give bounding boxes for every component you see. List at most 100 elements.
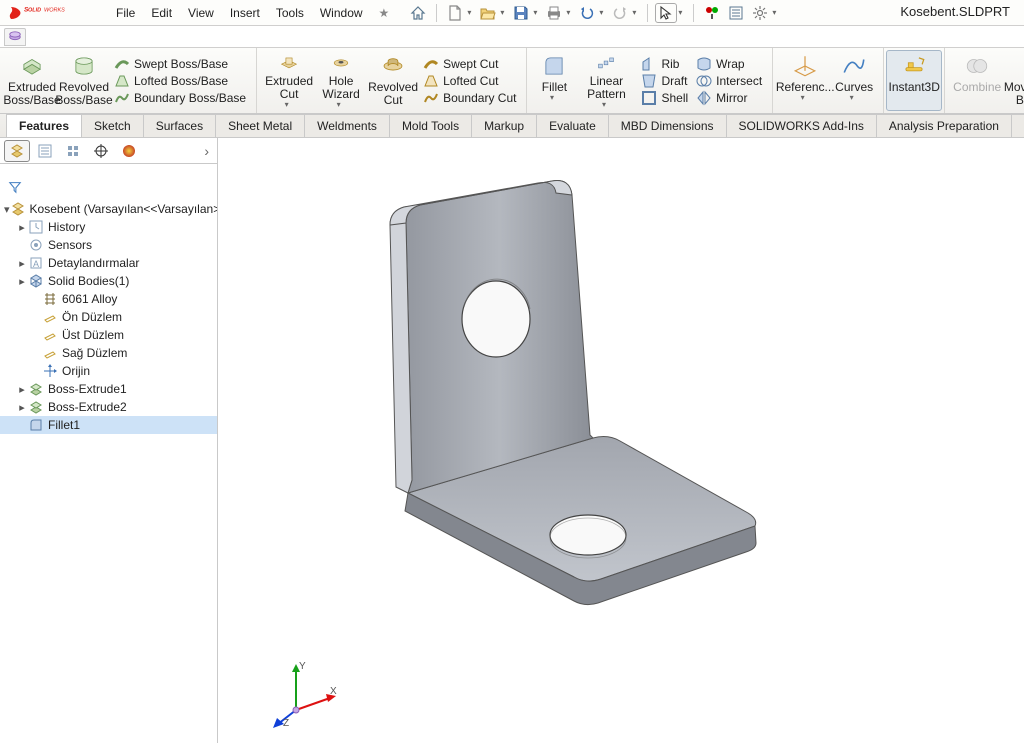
filter-icon[interactable] <box>8 180 22 194</box>
tree-item-label: Solid Bodies(1) <box>48 274 129 288</box>
wrap-button[interactable]: Wrap <box>696 56 762 72</box>
tab-features[interactable]: Features <box>6 114 82 137</box>
tab-mbd[interactable]: MBD Dimensions <box>608 114 727 137</box>
tab-sheetmetal[interactable]: Sheet Metal <box>215 114 305 137</box>
tree-item-label: Detaylandırmalar <box>48 256 139 270</box>
appearance-tab-icon[interactable] <box>116 140 142 162</box>
intersect-button[interactable]: Intersect <box>696 73 762 89</box>
redo-icon[interactable] <box>609 3 631 23</box>
tree-item[interactable]: Üst Düzlem <box>0 326 217 344</box>
lofted-boss-button[interactable]: Lofted Boss/Base <box>114 73 246 89</box>
svg-text:A: A <box>33 259 39 269</box>
tree-root-label: Kosebent (Varsayılan<<Varsayılan>_ <box>30 202 217 216</box>
rib-button[interactable]: Rib <box>641 56 688 72</box>
menu-insert[interactable]: Insert <box>222 6 268 20</box>
tree-item[interactable]: Fillet1 <box>0 416 217 434</box>
menu-file[interactable]: File <box>108 6 143 20</box>
linear-pattern-label: Linear Pattern <box>575 75 637 101</box>
tab-flowsim[interactable]: Flow Simulation <box>1011 114 1024 137</box>
curves-button[interactable]: Curves▾ <box>831 51 877 110</box>
undo-icon[interactable] <box>576 3 598 23</box>
open-icon[interactable] <box>477 3 499 23</box>
svg-text:Y: Y <box>299 661 306 672</box>
tab-evaluate[interactable]: Evaluate <box>536 114 609 137</box>
revolved-cut-button[interactable]: Revolved Cut <box>367 51 419 110</box>
tab-moldtools[interactable]: Mold Tools <box>389 114 472 137</box>
tab-markup[interactable]: Markup <box>471 114 537 137</box>
revolved-cut-label: Revolved Cut <box>367 81 419 107</box>
revolved-boss-button[interactable]: Revolved Boss/Base <box>58 51 110 110</box>
tab-surfaces[interactable]: Surfaces <box>143 114 216 137</box>
extruded-cut-label: Extruded Cut <box>263 75 315 101</box>
graphics-area[interactable]: Y X Z <box>218 138 1024 743</box>
tree-item-label: 6061 Alloy <box>62 292 117 306</box>
rebuild-icon[interactable] <box>701 3 723 23</box>
extruded-cut-button[interactable]: Extruded Cut▾ <box>263 51 315 110</box>
tab-sketch[interactable]: Sketch <box>81 114 144 137</box>
tree-item[interactable]: Sensors <box>0 236 217 254</box>
mirror-button[interactable]: Mirror <box>696 90 762 106</box>
print-icon[interactable] <box>543 3 565 23</box>
tree-item-label: Üst Düzlem <box>62 328 124 342</box>
plane-icon <box>42 309 58 325</box>
draft-button[interactable]: Draft <box>641 73 688 89</box>
pm-tab-icon[interactable] <box>32 140 58 162</box>
quick-access-toolbar: ▾ ▾ ▾ ▾ ▾ ▾ ▾ ▾ <box>407 3 780 23</box>
origin-icon <box>42 363 58 379</box>
feature-tree[interactable]: ▾ Kosebent (Varsayılan<<Varsayılan>_ ▸Hi… <box>0 198 217 743</box>
tree-item-label: Boss-Extrude1 <box>48 382 127 396</box>
fillet-button[interactable]: Fillet▾ <box>533 51 575 110</box>
tree-item[interactable]: ▸Boss-Extrude1 <box>0 380 217 398</box>
new-icon[interactable] <box>444 3 466 23</box>
menu-view[interactable]: View <box>180 6 222 20</box>
config-tab[interactable] <box>4 28 26 46</box>
options-list-icon[interactable] <box>725 3 747 23</box>
part-icon <box>10 201 26 217</box>
hole-wizard-button[interactable]: Hole Wizard▾ <box>315 51 367 110</box>
solidworks-logo: S OLID WORKS <box>8 2 108 24</box>
tree-item[interactable]: ▸ADetaylandırmalar <box>0 254 217 272</box>
movecopy-button[interactable]: Move/Copy Bodies <box>1003 51 1024 110</box>
tab-weldments[interactable]: Weldments <box>304 114 390 137</box>
dm-tab-icon[interactable] <box>88 140 114 162</box>
settings-icon[interactable] <box>749 3 771 23</box>
tree-item[interactable]: Sağ Düzlem <box>0 344 217 362</box>
tree-root[interactable]: ▾ Kosebent (Varsayılan<<Varsayılan>_ <box>0 200 217 218</box>
tab-addins[interactable]: SOLIDWORKS Add-Ins <box>726 114 877 137</box>
tree-item[interactable]: ▸Solid Bodies(1) <box>0 272 217 290</box>
menu-edit[interactable]: Edit <box>143 6 180 20</box>
save-icon[interactable] <box>510 3 532 23</box>
reference-geom-button[interactable]: Referenc...▾ <box>779 51 831 110</box>
cm-tab-icon[interactable] <box>60 140 86 162</box>
menu-window[interactable]: Window <box>312 6 371 20</box>
config-tabstrip <box>0 26 1024 48</box>
pin-icon[interactable]: ★ <box>379 6 390 20</box>
lofted-cut-button[interactable]: Lofted Cut <box>423 73 516 89</box>
linear-pattern-button[interactable]: Linear Pattern▾ <box>575 51 637 110</box>
swept-boss-button[interactable]: Swept Boss/Base <box>114 56 246 72</box>
sidebar-chevron-icon[interactable]: › <box>204 143 213 159</box>
fillet-icon <box>28 417 44 433</box>
menu-tools[interactable]: Tools <box>268 6 312 20</box>
combine-label: Combine <box>953 81 1001 94</box>
select-icon[interactable] <box>655 3 677 23</box>
tree-item[interactable]: ▸Boss-Extrude2 <box>0 398 217 416</box>
swept-cut-button[interactable]: Swept Cut <box>423 56 516 72</box>
boundary-cut-button[interactable]: Boundary Cut <box>423 90 516 106</box>
tree-item[interactable]: Ön Düzlem <box>0 308 217 326</box>
home-icon[interactable] <box>407 3 429 23</box>
view-triad[interactable]: Y X Z <box>268 658 338 728</box>
svg-text:Z: Z <box>283 718 289 728</box>
tree-item[interactable]: 6061 Alloy <box>0 290 217 308</box>
tab-analysis[interactable]: Analysis Preparation <box>876 114 1012 137</box>
ribbon: Extruded Boss/Base Revolved Boss/Base Sw… <box>0 48 1024 114</box>
boundary-boss-button[interactable]: Boundary Boss/Base <box>114 90 246 106</box>
extruded-boss-button[interactable]: Extruded Boss/Base <box>6 51 58 110</box>
tree-item[interactable]: ▸History <box>0 218 217 236</box>
fm-tab-icon[interactable] <box>4 140 30 162</box>
sidebar-tabs: › <box>0 138 217 164</box>
instant3d-button[interactable]: Instant3D <box>886 50 942 111</box>
tree-item[interactable]: Orijin <box>0 362 217 380</box>
shell-button[interactable]: Shell <box>641 90 688 106</box>
fillet-label: Fillet <box>542 81 567 94</box>
